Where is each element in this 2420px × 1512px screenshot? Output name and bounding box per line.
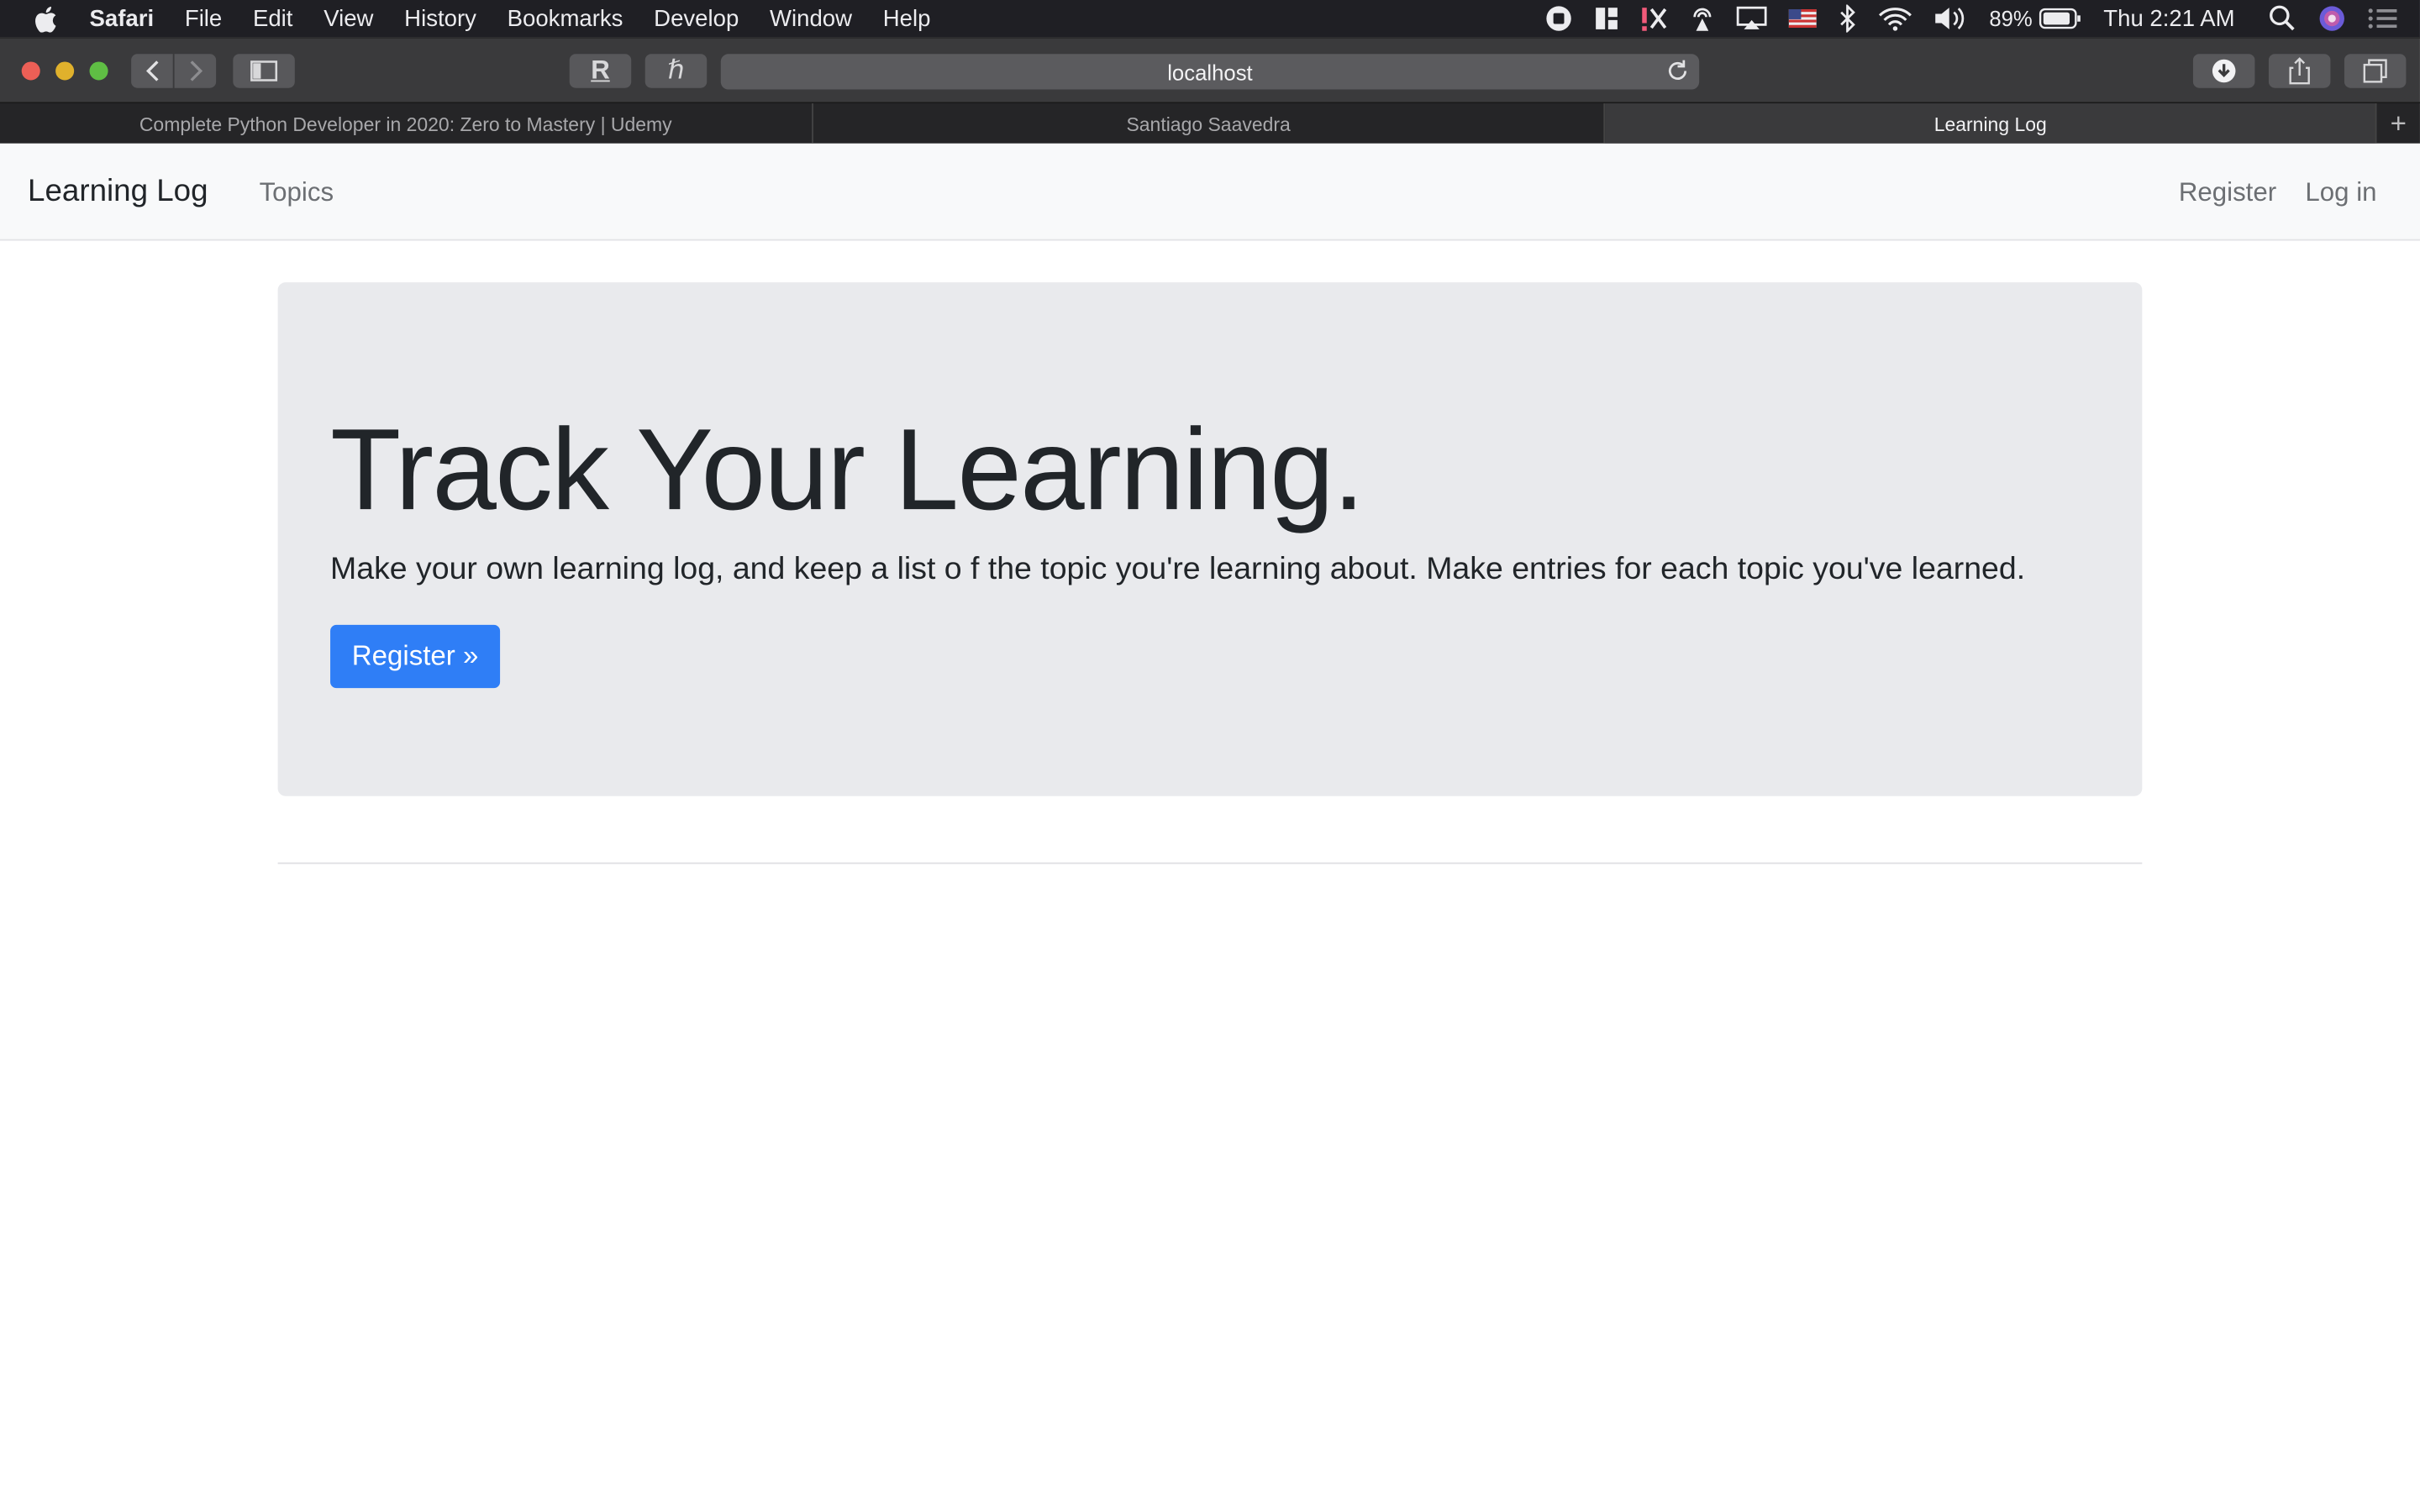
menu-view[interactable]: View bbox=[324, 5, 373, 31]
menubar-clock[interactable]: Thu 2:21 AM bbox=[2103, 5, 2234, 31]
extension-h-button[interactable]: ℏ bbox=[644, 54, 708, 88]
menu-file[interactable]: File bbox=[185, 5, 222, 31]
layout-icon[interactable] bbox=[1594, 6, 1618, 30]
battery-percent[interactable]: 89% bbox=[1989, 6, 2032, 30]
chevron-left-icon bbox=[145, 60, 158, 81]
page-divider bbox=[277, 862, 2143, 864]
menu-bookmarks[interactable]: Bookmarks bbox=[508, 5, 623, 31]
back-button[interactable] bbox=[131, 54, 173, 88]
extension-h-label: ℏ bbox=[667, 55, 685, 86]
tab-overview-button[interactable] bbox=[2344, 54, 2407, 88]
extension-r-button[interactable]: R bbox=[569, 54, 632, 88]
macos-menu-bar: Safari File Edit View History Bookmarks … bbox=[0, 0, 2420, 38]
hero-lead-text: Make your own learning log, and keep a l… bbox=[330, 552, 2026, 586]
sidebar-icon bbox=[250, 60, 278, 81]
zoom-window-button[interactable] bbox=[89, 61, 108, 81]
plus-icon: + bbox=[2390, 107, 2407, 139]
share-button[interactable] bbox=[2268, 54, 2331, 88]
address-bar[interactable]: localhost bbox=[720, 54, 1700, 90]
tab-bar: Complete Python Developer in 2020: Zero … bbox=[0, 102, 2420, 145]
menu-develop[interactable]: Develop bbox=[654, 5, 739, 31]
menu-app-name[interactable]: Safari bbox=[90, 5, 155, 31]
bluetooth-icon[interactable] bbox=[1838, 4, 1856, 33]
nav-link-register[interactable]: Register bbox=[2179, 177, 2276, 208]
reload-icon[interactable] bbox=[1665, 59, 1690, 83]
navbar-brand[interactable]: Learning Log bbox=[28, 175, 208, 210]
wifi-icon[interactable] bbox=[1878, 6, 1912, 31]
tab-udemy[interactable]: Complete Python Developer in 2020: Zero … bbox=[0, 103, 813, 145]
close-window-button[interactable] bbox=[21, 61, 40, 81]
downloads-button[interactable] bbox=[2192, 54, 2255, 88]
menu-edit[interactable]: Edit bbox=[253, 5, 292, 31]
tab-title: Learning Log bbox=[1933, 113, 2047, 135]
menu-help[interactable]: Help bbox=[883, 5, 931, 31]
minimize-window-button[interactable] bbox=[55, 61, 75, 81]
volume-icon[interactable] bbox=[1933, 6, 1967, 30]
forward-button[interactable] bbox=[174, 54, 217, 88]
notification-center-icon[interactable] bbox=[2367, 6, 2398, 30]
apple-icon[interactable] bbox=[34, 5, 58, 33]
chevron-right-icon bbox=[189, 60, 203, 81]
menu-history[interactable]: History bbox=[404, 5, 476, 31]
hero-jumbotron: Track Your Learning. Make your own learn… bbox=[277, 282, 2143, 796]
site-navbar: Learning Log Topics Register Log in bbox=[0, 143, 2420, 241]
hero-title: Track Your Learning. bbox=[330, 404, 1365, 534]
new-tab-button[interactable]: + bbox=[2377, 103, 2420, 144]
nav-link-topics[interactable]: Topics bbox=[260, 177, 334, 208]
battery-icon[interactable] bbox=[2039, 8, 2081, 29]
tab-santiago-saavedra[interactable]: Santiago Saavedra bbox=[813, 103, 1606, 145]
tabs-icon bbox=[2363, 59, 2387, 83]
download-icon bbox=[2212, 59, 2236, 83]
hotspot-icon[interactable] bbox=[1690, 5, 1714, 33]
nav-link-login[interactable]: Log in bbox=[2305, 177, 2376, 208]
screen: Safari File Edit View History Bookmarks … bbox=[0, 0, 2420, 1512]
menu-window[interactable]: Window bbox=[770, 5, 852, 31]
search-icon[interactable] bbox=[2269, 5, 2296, 33]
tab-title: Complete Python Developer in 2020: Zero … bbox=[139, 113, 672, 135]
register-button[interactable]: Register » bbox=[330, 624, 501, 689]
browser-toolbar: R ℏ localhost bbox=[0, 37, 2420, 102]
record-icon[interactable] bbox=[1544, 5, 1572, 33]
app-status-icon[interactable] bbox=[1640, 5, 1668, 33]
sidebar-toggle-button[interactable] bbox=[233, 54, 295, 88]
address-bar-url: localhost bbox=[1167, 59, 1253, 85]
siri-icon[interactable] bbox=[2318, 5, 2346, 33]
airplay-icon[interactable] bbox=[1736, 6, 1767, 30]
tab-learning-log[interactable]: Learning Log bbox=[1605, 103, 2377, 145]
tab-title: Santiago Saavedra bbox=[1126, 113, 1291, 135]
share-icon bbox=[2289, 57, 2310, 85]
extension-r-label: R bbox=[591, 55, 610, 86]
status-area: 89% Thu 2:21 AM bbox=[1544, 0, 2420, 37]
flag-us-icon[interactable] bbox=[1788, 9, 1817, 29]
